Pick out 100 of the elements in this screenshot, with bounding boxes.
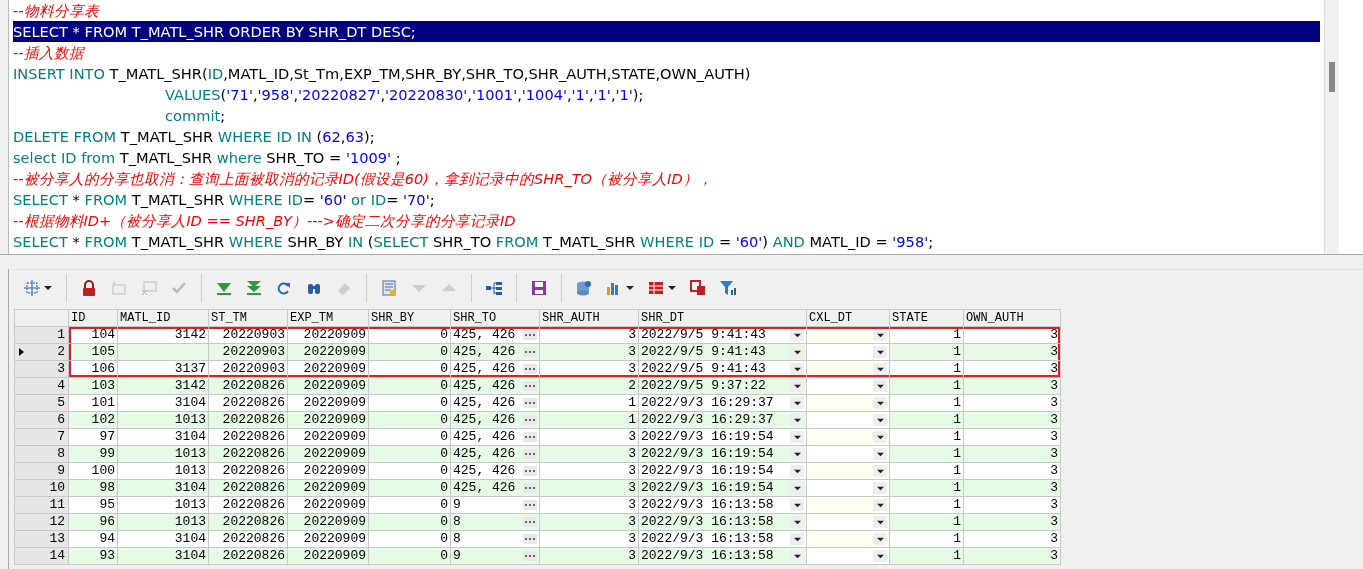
dropdown-button[interactable]	[790, 363, 804, 375]
ellipsis-button[interactable]	[523, 432, 537, 442]
caret-icon	[793, 450, 801, 458]
table-cell: 95	[68, 496, 118, 514]
table-cell: 1	[889, 496, 964, 514]
table-cell: 3	[539, 326, 639, 344]
ellipsis-button[interactable]	[523, 364, 537, 374]
dropdown-button[interactable]	[873, 397, 887, 409]
dropdown-button[interactable]	[790, 329, 804, 341]
column-header[interactable]: SHR_AUTH	[539, 309, 639, 327]
table-cell: 3	[963, 326, 1061, 344]
check-icon[interactable]	[171, 280, 187, 296]
filter-icon[interactable]	[720, 280, 736, 296]
dropdown-button[interactable]	[873, 499, 887, 511]
ellipsis-button[interactable]	[523, 415, 537, 425]
ellipsis-button[interactable]	[523, 534, 537, 544]
dropdown-button[interactable]	[873, 448, 887, 460]
dropdown-button[interactable]	[873, 533, 887, 545]
table-icon[interactable]	[648, 280, 664, 296]
column-header[interactable]: STATE	[889, 309, 964, 327]
ellipsis-button[interactable]	[523, 449, 537, 459]
cell-text: 2022/9/3 16:19:54	[641, 446, 774, 462]
dropdown-button[interactable]	[873, 329, 887, 341]
table-cell: 1	[539, 394, 639, 412]
table-cell: 20220826	[208, 530, 288, 548]
table-cell: 0	[368, 394, 451, 412]
table-cell: 3	[963, 394, 1061, 412]
save-icon[interactable]	[531, 280, 547, 296]
dropdown-button[interactable]	[790, 533, 804, 545]
caret-icon[interactable]	[626, 284, 634, 292]
dropdown-button[interactable]	[790, 431, 804, 443]
double-arrow-down-icon[interactable]	[246, 280, 262, 296]
dropdown-button[interactable]	[790, 482, 804, 494]
table-cell: 101	[68, 394, 118, 412]
dropdown-button[interactable]	[873, 380, 887, 392]
ellipsis-button[interactable]	[523, 330, 537, 340]
table-cell: 104	[68, 326, 118, 344]
cell-text: 8	[453, 514, 461, 530]
ellipsis-button[interactable]	[523, 483, 537, 493]
dropdown-button[interactable]	[873, 431, 887, 443]
caret-icon	[793, 552, 801, 560]
column-header[interactable]: SHR_TO	[450, 309, 540, 327]
cell-text: 9	[453, 548, 461, 564]
table-cell: 20220903	[208, 326, 288, 344]
grid-select-icon[interactable]	[24, 280, 40, 296]
caret-icon[interactable]	[44, 284, 52, 292]
table-cell: 20220826	[208, 394, 288, 412]
dropdown-button[interactable]	[790, 448, 804, 460]
cell-text: 8	[453, 531, 461, 547]
dropdown-button[interactable]	[790, 414, 804, 426]
caret-icon[interactable]	[668, 284, 676, 292]
dropdown-button[interactable]	[790, 499, 804, 511]
dropdown-button[interactable]	[873, 465, 887, 477]
column-header[interactable]: SHR_BY	[368, 309, 451, 327]
current-row-icon	[19, 348, 24, 356]
refresh-icon[interactable]	[276, 280, 292, 296]
ellipsis-button[interactable]	[523, 398, 537, 408]
lock-icon[interactable]	[81, 280, 97, 296]
arrow-down-icon[interactable]	[216, 280, 232, 296]
column-header[interactable]: MATL_ID	[117, 309, 209, 327]
cell-text: 425, 426	[453, 463, 516, 479]
ellipsis-button[interactable]	[523, 466, 537, 476]
export-icon[interactable]	[690, 280, 706, 296]
dropdown-button[interactable]	[873, 516, 887, 528]
dropdown-button[interactable]	[790, 380, 804, 392]
scrollbar[interactable]	[1324, 0, 1339, 254]
ellipsis-button[interactable]	[523, 347, 537, 357]
ellipsis-button[interactable]	[523, 517, 537, 527]
dropdown-button[interactable]	[790, 550, 804, 562]
column-header[interactable]: ST_TM	[208, 309, 288, 327]
ellipsis-button[interactable]	[523, 381, 537, 391]
dropdown-button[interactable]	[873, 414, 887, 426]
cell-text: 2022/9/5 9:37:22	[641, 378, 766, 394]
table-cell: 3137	[117, 360, 209, 378]
dropdown-button[interactable]	[873, 550, 887, 562]
table-cell: 20220909	[287, 530, 369, 548]
database-icon[interactable]	[576, 280, 592, 296]
dropdown-button[interactable]	[790, 465, 804, 477]
column-header[interactable]: OWN_AUTH	[963, 309, 1061, 327]
table-cell: 3	[539, 360, 639, 378]
ellipsis-button[interactable]	[523, 551, 537, 561]
dropdown-button[interactable]	[873, 482, 887, 494]
dropdown-button[interactable]	[790, 397, 804, 409]
column-header[interactable]: ID	[68, 309, 118, 327]
dropdown-button[interactable]	[790, 346, 804, 358]
tree-icon[interactable]	[486, 280, 502, 296]
table-cell: 97	[68, 428, 118, 446]
dropdown-button[interactable]	[873, 346, 887, 358]
table-cell: 1013	[117, 496, 209, 514]
cell-text: 425, 426	[453, 344, 516, 360]
dropdown-button[interactable]	[873, 363, 887, 375]
table-cell: 3	[963, 496, 1061, 514]
ellipsis-button[interactable]	[523, 500, 537, 510]
column-header[interactable]: EXP_TM	[287, 309, 369, 327]
cell-text: 2022/9/3 16:13:58	[641, 531, 774, 547]
dropdown-button[interactable]	[790, 516, 804, 528]
column-header[interactable]: SHR_DT	[638, 309, 807, 327]
table-cell: 3	[963, 360, 1061, 378]
code-line: DELETE FROM T_MATL_SHR WHERE ID IN (62,63);	[13, 127, 376, 147]
column-header[interactable]: CXL_DT	[806, 309, 890, 327]
